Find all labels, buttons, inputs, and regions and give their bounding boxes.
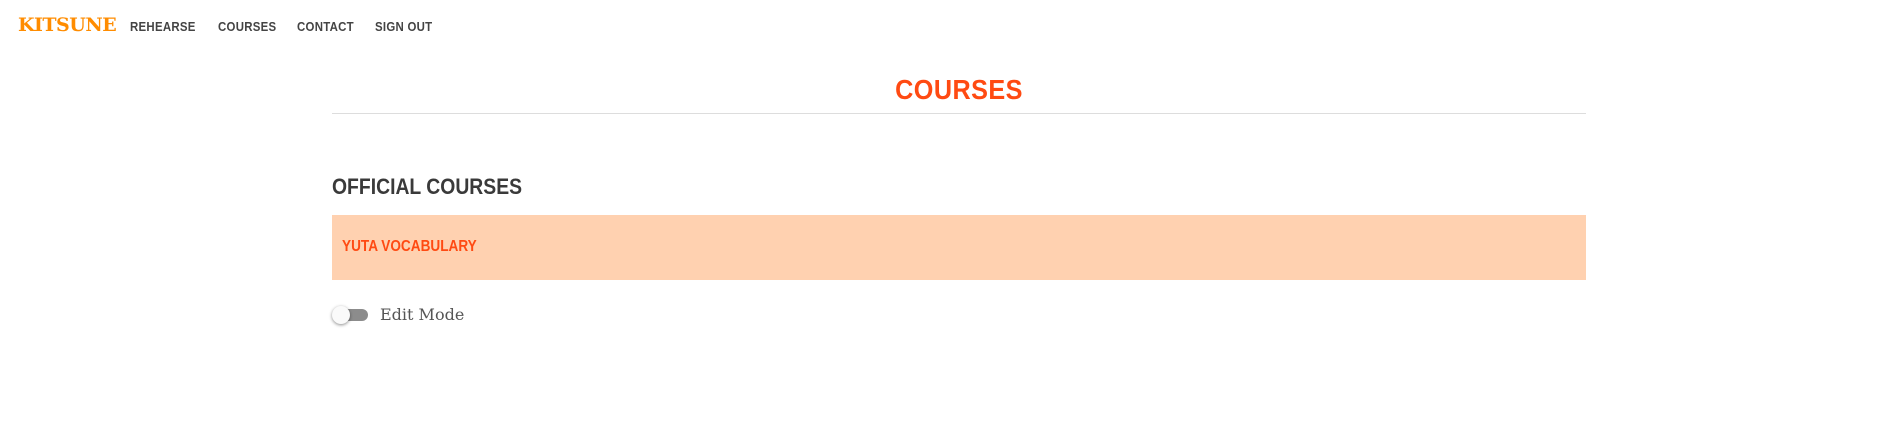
edit-mode-toggle[interactable] [332,306,370,324]
course-name: YUTA VOCABULARY [342,238,477,255]
nav-link-sign-out[interactable]: SIGN OUT [375,19,432,34]
nav-links: REHEARSE COURSES CONTACT SIGN OUT [130,19,436,34]
navbar: KITSUNE REHEARSE COURSES CONTACT SIGN OU… [0,0,1900,54]
brand-logo[interactable]: KITSUNE [18,14,117,36]
edit-mode-label: Edit Mode [380,305,465,324]
nav-link-rehearse[interactable]: REHEARSE [130,19,196,34]
toggle-knob [332,306,350,324]
course-card[interactable]: YUTA VOCABULARY [332,215,1586,280]
nav-link-courses[interactable]: COURSES [218,19,276,34]
section-heading-official-courses: OFFICIAL COURSES [332,174,523,199]
page-title: COURSES [895,74,1023,105]
nav-link-contact[interactable]: CONTACT [297,19,354,34]
title-divider [332,113,1586,114]
